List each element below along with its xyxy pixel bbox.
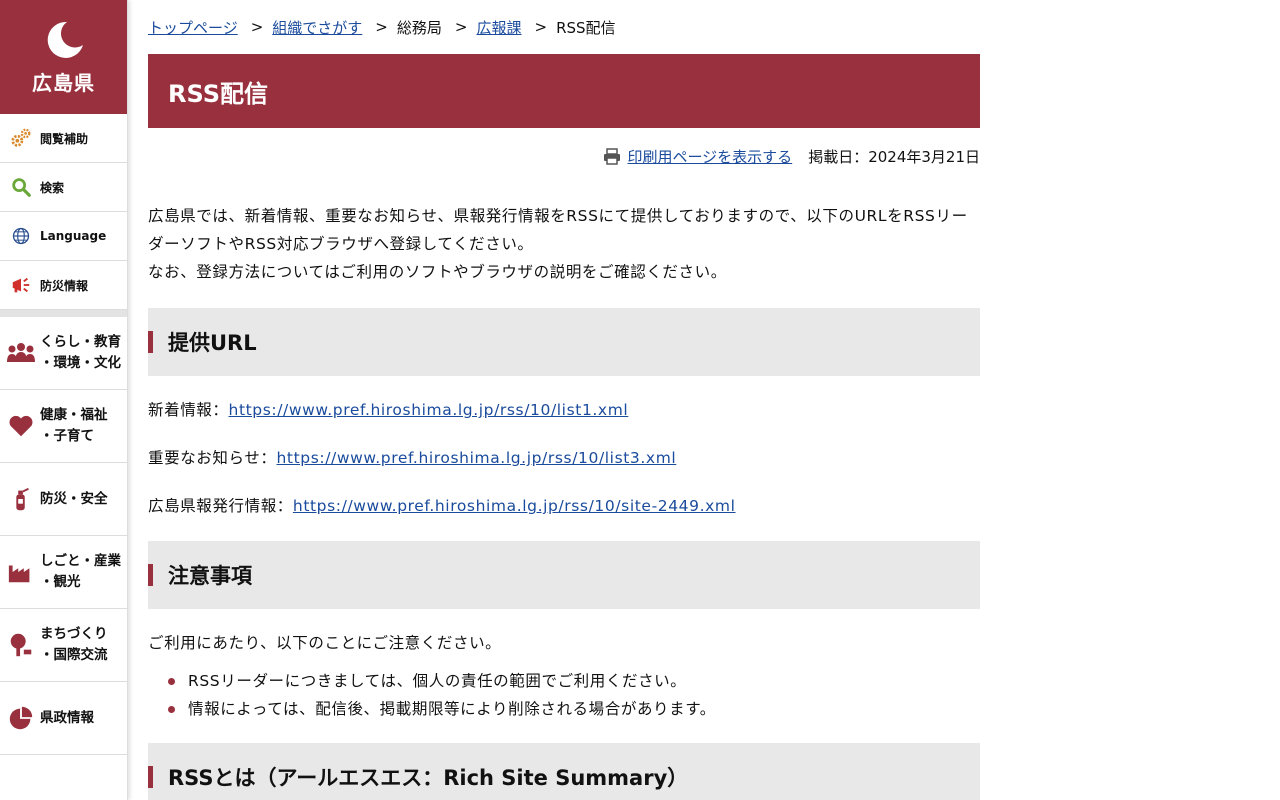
globe-icon <box>10 225 32 247</box>
list-item: 情報によっては、配信後、掲載期限等により削除される場合があります。 <box>168 695 980 723</box>
sidebar-item-town-international[interactable]: まちづくり ・国際交流 <box>0 609 127 682</box>
rss-link-label: 新着情報： <box>148 401 229 419</box>
sidebar-item-life-education[interactable]: くらし・教育 ・環境・文化 <box>0 317 127 390</box>
sidebar-item-disaster-safety[interactable]: 防災・安全 <box>0 463 127 536</box>
rss-link-label: 広島県報発行情報： <box>148 497 293 515</box>
sidebar-item-health-welfare[interactable]: 健康・福祉 ・子育て <box>0 390 127 463</box>
megaphone-icon <box>10 274 32 296</box>
sidebar-divider <box>0 310 127 317</box>
sidebar-item-disaster-info[interactable]: 防災情報 <box>0 261 127 310</box>
breadcrumb-item-bureau: 総務局 <box>396 18 442 37</box>
breadcrumb-separator: > <box>375 18 388 36</box>
meta-row: 印刷用ページを表示する 掲載日：2024年3月21日 <box>148 128 980 184</box>
print-page-link[interactable]: 印刷用ページを表示する <box>603 146 792 167</box>
list-item: RSSリーダーにつきましては、個人の責任の範囲でご利用ください。 <box>168 667 980 695</box>
gears-icon <box>10 127 32 149</box>
pie-chart-icon <box>6 703 36 733</box>
breadcrumb: トップページ > 組織でさがす > 総務局 > 広報課 > RSS配信 <box>148 0 980 54</box>
page-title: RSS配信 <box>148 54 980 128</box>
section-heading-notes: 注意事項 <box>148 541 980 609</box>
sidebar-item-accessibility[interactable]: 閲覧補助 <box>0 114 127 163</box>
logo-text: 広島県 <box>32 70 95 95</box>
search-icon <box>10 176 32 198</box>
notes-lead: ご利用にあたり、以下のことにご注意ください。 <box>148 634 502 652</box>
rss-link-row: 新着情報：https://www.pref.hiroshima.lg.jp/rs… <box>148 397 980 423</box>
site-logo[interactable]: 広島県 <box>0 0 127 114</box>
sidebar-item-label: 防災・安全 <box>40 490 108 507</box>
sidebar-item-work-industry[interactable]: しごと・産業 ・観光 <box>0 536 127 609</box>
sidebar-item-label: 防災情報 <box>40 278 89 293</box>
sidebar-item-label: 県政情報 <box>40 709 94 726</box>
main-content: トップページ > 組織でさがす > 総務局 > 広報課 > RSS配信 RSS配… <box>148 0 980 800</box>
breadcrumb-link-top[interactable]: トップページ <box>148 17 238 38</box>
factory-icon <box>6 557 36 587</box>
intro-text: 広島県では、新着情報、重要なお知らせ、県報発行情報をRSSにて提供しておりますの… <box>148 202 980 286</box>
sidebar-item-label: まちづくり ・国際交流 <box>40 626 108 663</box>
rss-link-row: 重要なお知らせ：https://www.pref.hiroshima.lg.jp… <box>148 445 980 471</box>
section-heading-about-rss: RSSとは（アールエスエス：Rich Site Summary） <box>148 743 980 800</box>
moon-logo-icon <box>47 21 83 58</box>
sidebar-item-language[interactable]: Language <box>0 212 127 261</box>
sidebar-item-label: くらし・教育 ・環境・文化 <box>40 334 121 371</box>
sidebar-item-search[interactable]: 検索 <box>0 163 127 212</box>
breadcrumb-separator: > <box>454 18 468 36</box>
sidebar-item-label: 閲覧補助 <box>40 131 89 146</box>
rss-link-important[interactable]: https://www.pref.hiroshima.lg.jp/rss/10/… <box>277 449 677 467</box>
people-icon <box>6 338 36 368</box>
rss-link-new-info[interactable]: https://www.pref.hiroshima.lg.jp/rss/10/… <box>229 401 629 419</box>
intro-line: 広島県では、新着情報、重要なお知らせ、県報発行情報をRSSにて提供しておりますの… <box>148 207 968 253</box>
notes-list: RSSリーダーにつきましては、個人の責任の範囲でご利用ください。 情報によっては… <box>148 667 980 723</box>
sidebar: 広島県 閲覧補助 検索 Language 防災情報 くらし・教育 ・環境・文化 … <box>0 0 128 800</box>
breadcrumb-link-org[interactable]: 組織でさがす <box>272 17 362 38</box>
rss-link-row: 広島県報発行情報：https://www.pref.hiroshima.lg.j… <box>148 493 980 519</box>
breadcrumb-current: RSS配信 <box>556 18 616 37</box>
print-page-label: 印刷用ページを表示する <box>627 147 793 166</box>
sidebar-item-label: しごと・産業 ・観光 <box>40 553 121 590</box>
section-heading-urls: 提供URL <box>148 308 980 376</box>
printer-icon <box>604 148 621 165</box>
sidebar-item-label: 健康・福祉 ・子育て <box>40 407 108 444</box>
breadcrumb-separator: > <box>250 18 264 36</box>
breadcrumb-link-pr-division[interactable]: 広報課 <box>476 17 521 38</box>
heart-icon <box>6 411 36 441</box>
extinguisher-icon <box>6 484 36 514</box>
intro-line: なお、登録方法についてはご利用のソフトやブラウザの説明をご確認ください。 <box>148 263 727 281</box>
sidebar-item-label: Language <box>40 229 107 243</box>
published-date: 掲載日：2024年3月21日 <box>808 147 980 166</box>
rss-link-label: 重要なお知らせ： <box>148 449 277 467</box>
breadcrumb-separator: > <box>534 18 548 36</box>
sidebar-item-label: 検索 <box>40 180 65 195</box>
sidebar-item-prefectural-gov[interactable]: 県政情報 <box>0 682 127 755</box>
tree-icon <box>6 630 36 660</box>
rss-link-gazette[interactable]: https://www.pref.hiroshima.lg.jp/rss/10/… <box>293 497 736 515</box>
